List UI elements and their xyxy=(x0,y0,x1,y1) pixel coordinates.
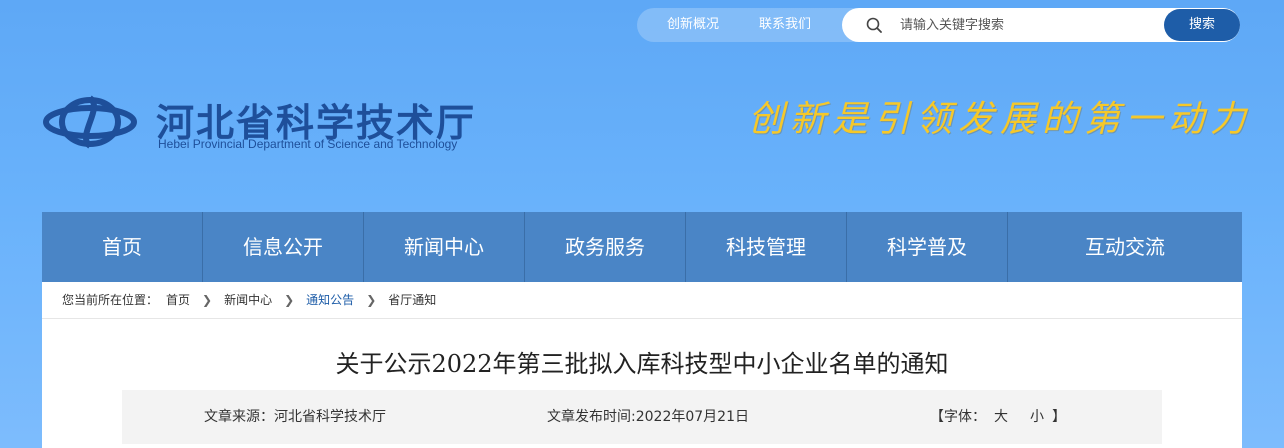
nav-item-science-popularization[interactable]: 科学普及 xyxy=(847,212,1008,282)
date-value: 2022年07月21日 xyxy=(635,409,749,425)
nav-item-info-disclosure[interactable]: 信息公开 xyxy=(203,212,364,282)
font-size-control: 【字体： 大 小】 xyxy=(930,390,1066,444)
innovation-overview-link[interactable]: 创新概况 xyxy=(667,8,719,42)
font-large-button[interactable]: 大 xyxy=(994,409,1008,425)
nav-item-tech-management[interactable]: 科技管理 xyxy=(686,212,847,282)
department-english-name: Hebei Provincial Department of Science a… xyxy=(158,137,458,151)
main-nav: 首页 信息公开 新闻中心 政务服务 科技管理 科学普及 互动交流 xyxy=(42,212,1242,282)
article-date: 文章发布时间:2022年07月21日 xyxy=(547,390,749,444)
breadcrumb-notices[interactable]: 通知公告 xyxy=(306,282,354,318)
breadcrumb-home[interactable]: 首页 xyxy=(166,282,190,318)
department-emblem-logo xyxy=(43,95,137,149)
content-panel: 您当前所在位置： 首页 ❯ 新闻中心 ❯ 通知公告 ❯ 省厅通知 关于公示202… xyxy=(42,282,1242,448)
date-label: 文章发布时间: xyxy=(547,409,636,425)
nav-item-home[interactable]: 首页 xyxy=(42,212,203,282)
breadcrumb: 您当前所在位置： 首页 ❯ 新闻中心 ❯ 通知公告 ❯ 省厅通知 xyxy=(62,282,436,318)
search-box: 搜索 xyxy=(842,8,1240,42)
font-small-button[interactable]: 小 xyxy=(1030,409,1044,425)
breadcrumb-divider xyxy=(42,318,1242,319)
chevron-right-icon: ❯ xyxy=(284,293,295,307)
article-meta-bar: 文章来源：河北省科学技术厅 文章发布时间:2022年07月21日 【字体： 大 小】 xyxy=(122,390,1162,444)
slogan-banner: 创新是引领发展的第一动力 xyxy=(748,99,1253,140)
chevron-right-icon: ❯ xyxy=(202,293,213,307)
source-value: 河北省科学技术厅 xyxy=(274,409,386,425)
contact-us-link[interactable]: 联系我们 xyxy=(759,8,811,42)
search-icon xyxy=(866,17,882,33)
breadcrumb-prefix: 您当前所在位置： xyxy=(62,293,159,307)
article-source: 文章来源：河北省科学技术厅 xyxy=(204,390,386,444)
chevron-right-icon: ❯ xyxy=(366,293,377,307)
nav-item-interaction[interactable]: 互动交流 xyxy=(1008,212,1242,282)
breadcrumb-department-notices[interactable]: 省厅通知 xyxy=(388,282,436,318)
breadcrumb-news-center[interactable]: 新闻中心 xyxy=(224,282,272,318)
search-input[interactable] xyxy=(900,15,1150,35)
search-button[interactable]: 搜索 xyxy=(1164,9,1240,41)
article-title: 关于公示2022年第三批拟入库科技型中小企业名单的通知 xyxy=(335,350,949,378)
nav-item-news-center[interactable]: 新闻中心 xyxy=(364,212,525,282)
font-label: 【字体： xyxy=(930,409,986,425)
top-utility-bar: 创新概况 联系我们 搜索 xyxy=(637,8,1240,42)
font-label-close: 】 xyxy=(1052,409,1066,425)
source-label: 文章来源： xyxy=(204,409,274,425)
nav-item-government-services[interactable]: 政务服务 xyxy=(525,212,686,282)
